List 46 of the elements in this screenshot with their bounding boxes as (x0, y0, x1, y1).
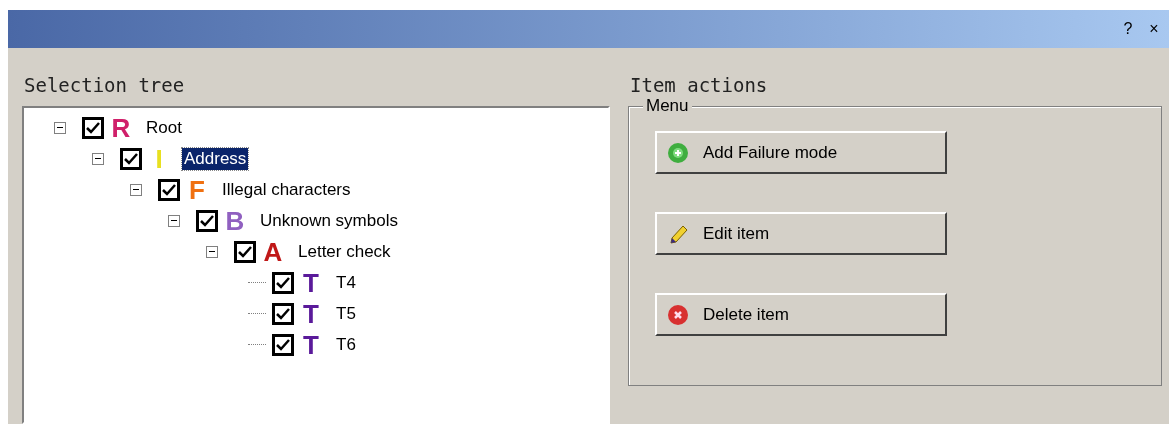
edit-button[interactable]: Edit item (655, 212, 947, 255)
checkbox[interactable] (196, 209, 218, 232)
check-icon (162, 183, 176, 196)
check-icon (86, 121, 100, 134)
tree-node-label[interactable]: Address (182, 147, 249, 170)
section-heading: Item actions (629, 74, 769, 96)
checkbox[interactable] (272, 333, 294, 356)
checkbox[interactable] (272, 271, 294, 294)
section-heading: Selection tree (23, 74, 186, 96)
checkbox[interactable] (158, 178, 180, 201)
tree-node-label[interactable]: T6 (334, 333, 358, 356)
check-icon (276, 338, 290, 351)
collapse-toggle[interactable] (168, 214, 180, 227)
node-type-icon: T (298, 331, 324, 358)
tree-node-label[interactable]: T5 (334, 302, 358, 325)
plus-icon (667, 141, 689, 164)
checkbox[interactable] (82, 116, 104, 139)
check-icon (276, 276, 290, 289)
checkbox[interactable] (234, 240, 256, 263)
collapse-toggle[interactable] (54, 121, 66, 134)
node-type-icon: T (298, 300, 324, 327)
node-type-icon: I (146, 145, 172, 172)
collapse-toggle[interactable] (206, 245, 218, 258)
node-type-icon: T (298, 269, 324, 296)
help-button[interactable]: ? (1117, 17, 1139, 41)
check-icon (200, 214, 214, 227)
check-icon (124, 152, 138, 165)
tree-node-label[interactable]: Illegal characters (220, 178, 353, 201)
delete-button[interactable]: Delete item (655, 293, 947, 336)
tree-node-label[interactable]: T4 (334, 271, 358, 294)
node-type-icon: F (184, 176, 210, 203)
tree-node-label[interactable]: Root (144, 116, 184, 139)
collapse-toggle[interactable] (92, 152, 104, 165)
checkbox[interactable] (272, 302, 294, 325)
tree-node-label[interactable]: Letter check (296, 240, 393, 263)
node-type-icon: B (222, 207, 248, 234)
check-icon (238, 245, 252, 258)
tree-node-label[interactable]: Unknown symbols (258, 209, 400, 232)
checkbox[interactable] (120, 147, 142, 170)
node-type-icon: A (260, 238, 286, 265)
collapse-toggle[interactable] (130, 183, 142, 196)
delete-icon (667, 303, 689, 326)
close-button[interactable]: × (1143, 17, 1165, 41)
add-button[interactable]: Add Failure mode (655, 131, 947, 174)
node-type-icon: R (108, 114, 134, 141)
check-icon (276, 307, 290, 320)
